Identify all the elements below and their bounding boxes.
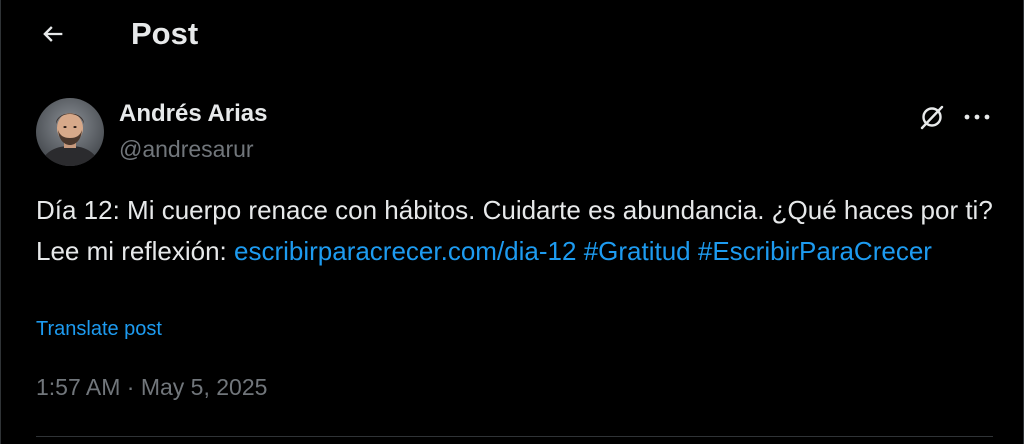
post-date[interactable]: May 5, 2025 — [141, 374, 268, 400]
more-options-button[interactable] — [959, 100, 995, 134]
profile-photo — [36, 98, 104, 166]
header: Post — [1, 0, 1023, 66]
back-button[interactable] — [31, 12, 75, 56]
divider — [36, 436, 993, 437]
page-title: Post — [131, 16, 199, 51]
avatar[interactable] — [36, 98, 104, 166]
grok-button[interactable] — [915, 100, 949, 134]
grok-icon — [920, 105, 944, 130]
post-time[interactable]: 1:57 AM — [36, 374, 120, 400]
post-view: Post Andrés Arias @andresarur Día 12: Mi… — [0, 0, 1024, 444]
meta-separator: · — [120, 374, 141, 400]
translate-post-link[interactable]: Translate post — [36, 318, 162, 341]
author-handle[interactable]: @andresarur — [119, 136, 254, 163]
post-link[interactable]: escribirparacrecer.com/dia-12 — [234, 236, 576, 266]
hashtag-gratitud[interactable]: #Gratitud — [584, 236, 691, 266]
arrow-left-icon — [43, 26, 63, 42]
post-timestamp: 1:57 AM · May 5, 2025 — [36, 374, 267, 401]
author-name[interactable]: Andrés Arias — [119, 100, 268, 128]
hashtag-escribir-para-crecer[interactable]: #EscribirParaCrecer — [698, 236, 932, 266]
more-horizontal-icon — [964, 114, 990, 120]
post-text: Día 12: Mi cuerpo renace con hábitos. Cu… — [36, 190, 996, 272]
